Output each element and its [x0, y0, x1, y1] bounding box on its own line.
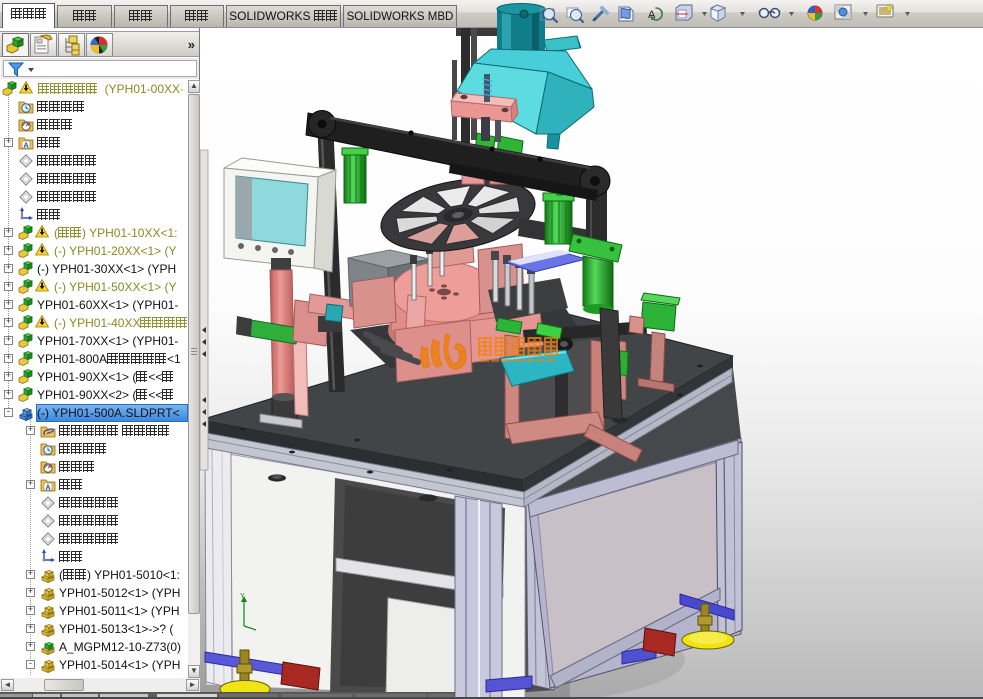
svg-text:A: A: [46, 485, 51, 492]
svg-text:A: A: [24, 143, 29, 150]
